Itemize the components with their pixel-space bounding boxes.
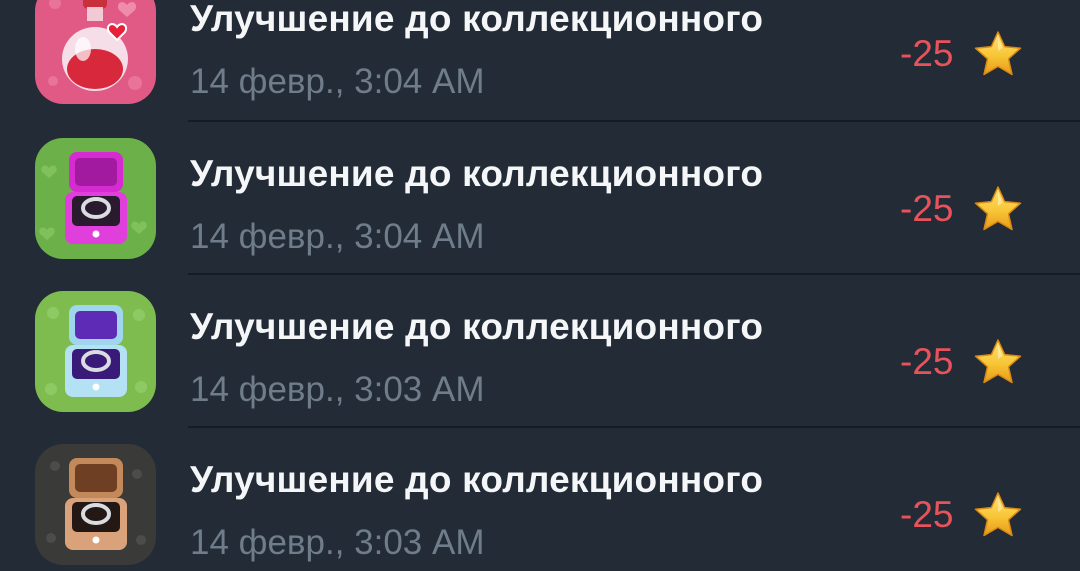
- transaction-row[interactable]: Улучшение до коллекционного 14 февр., 3:…: [0, 121, 1080, 274]
- transaction-title: Улучшение до коллекционного: [190, 306, 764, 347]
- star-icon: [972, 184, 1024, 234]
- star-icon: [972, 29, 1024, 79]
- transaction-date: 14 февр., 3:03 AM: [190, 370, 485, 409]
- star-icon: [972, 337, 1024, 387]
- transaction-row[interactable]: Улучшение до коллекционного 14 февр., 3:…: [0, 427, 1080, 571]
- transaction-date: 14 февр., 3:04 AM: [190, 217, 485, 256]
- transaction-title: Улучшение до коллекционного: [190, 153, 764, 194]
- transaction-row[interactable]: Улучшение до коллекционного 14 февр., 3:…: [0, 274, 1080, 427]
- transaction-title: Улучшение до коллекционного: [190, 459, 764, 500]
- transaction-list: Улучшение до коллекционного 14 февр., 3:…: [0, 0, 1080, 571]
- magenta-ring-box-gift-icon: [35, 138, 156, 259]
- transaction-date: 14 февр., 3:04 AM: [190, 62, 485, 101]
- transaction-title: Улучшение до коллекционного: [190, 0, 764, 39]
- transaction-amount: -25: [900, 188, 954, 229]
- transaction-date: 14 февр., 3:03 AM: [190, 523, 485, 562]
- transaction-amount: -25: [900, 33, 954, 74]
- love-potion-gift-icon: [35, 0, 156, 104]
- transaction-amount: -25: [900, 341, 954, 382]
- blue-ring-box-gift-icon: [35, 291, 156, 412]
- bronze-ring-box-gift-icon: [35, 444, 156, 565]
- star-icon: [972, 490, 1024, 540]
- transaction-row[interactable]: Улучшение до коллекционного 14 февр., 3:…: [0, 0, 1080, 119]
- transaction-amount: -25: [900, 494, 954, 535]
